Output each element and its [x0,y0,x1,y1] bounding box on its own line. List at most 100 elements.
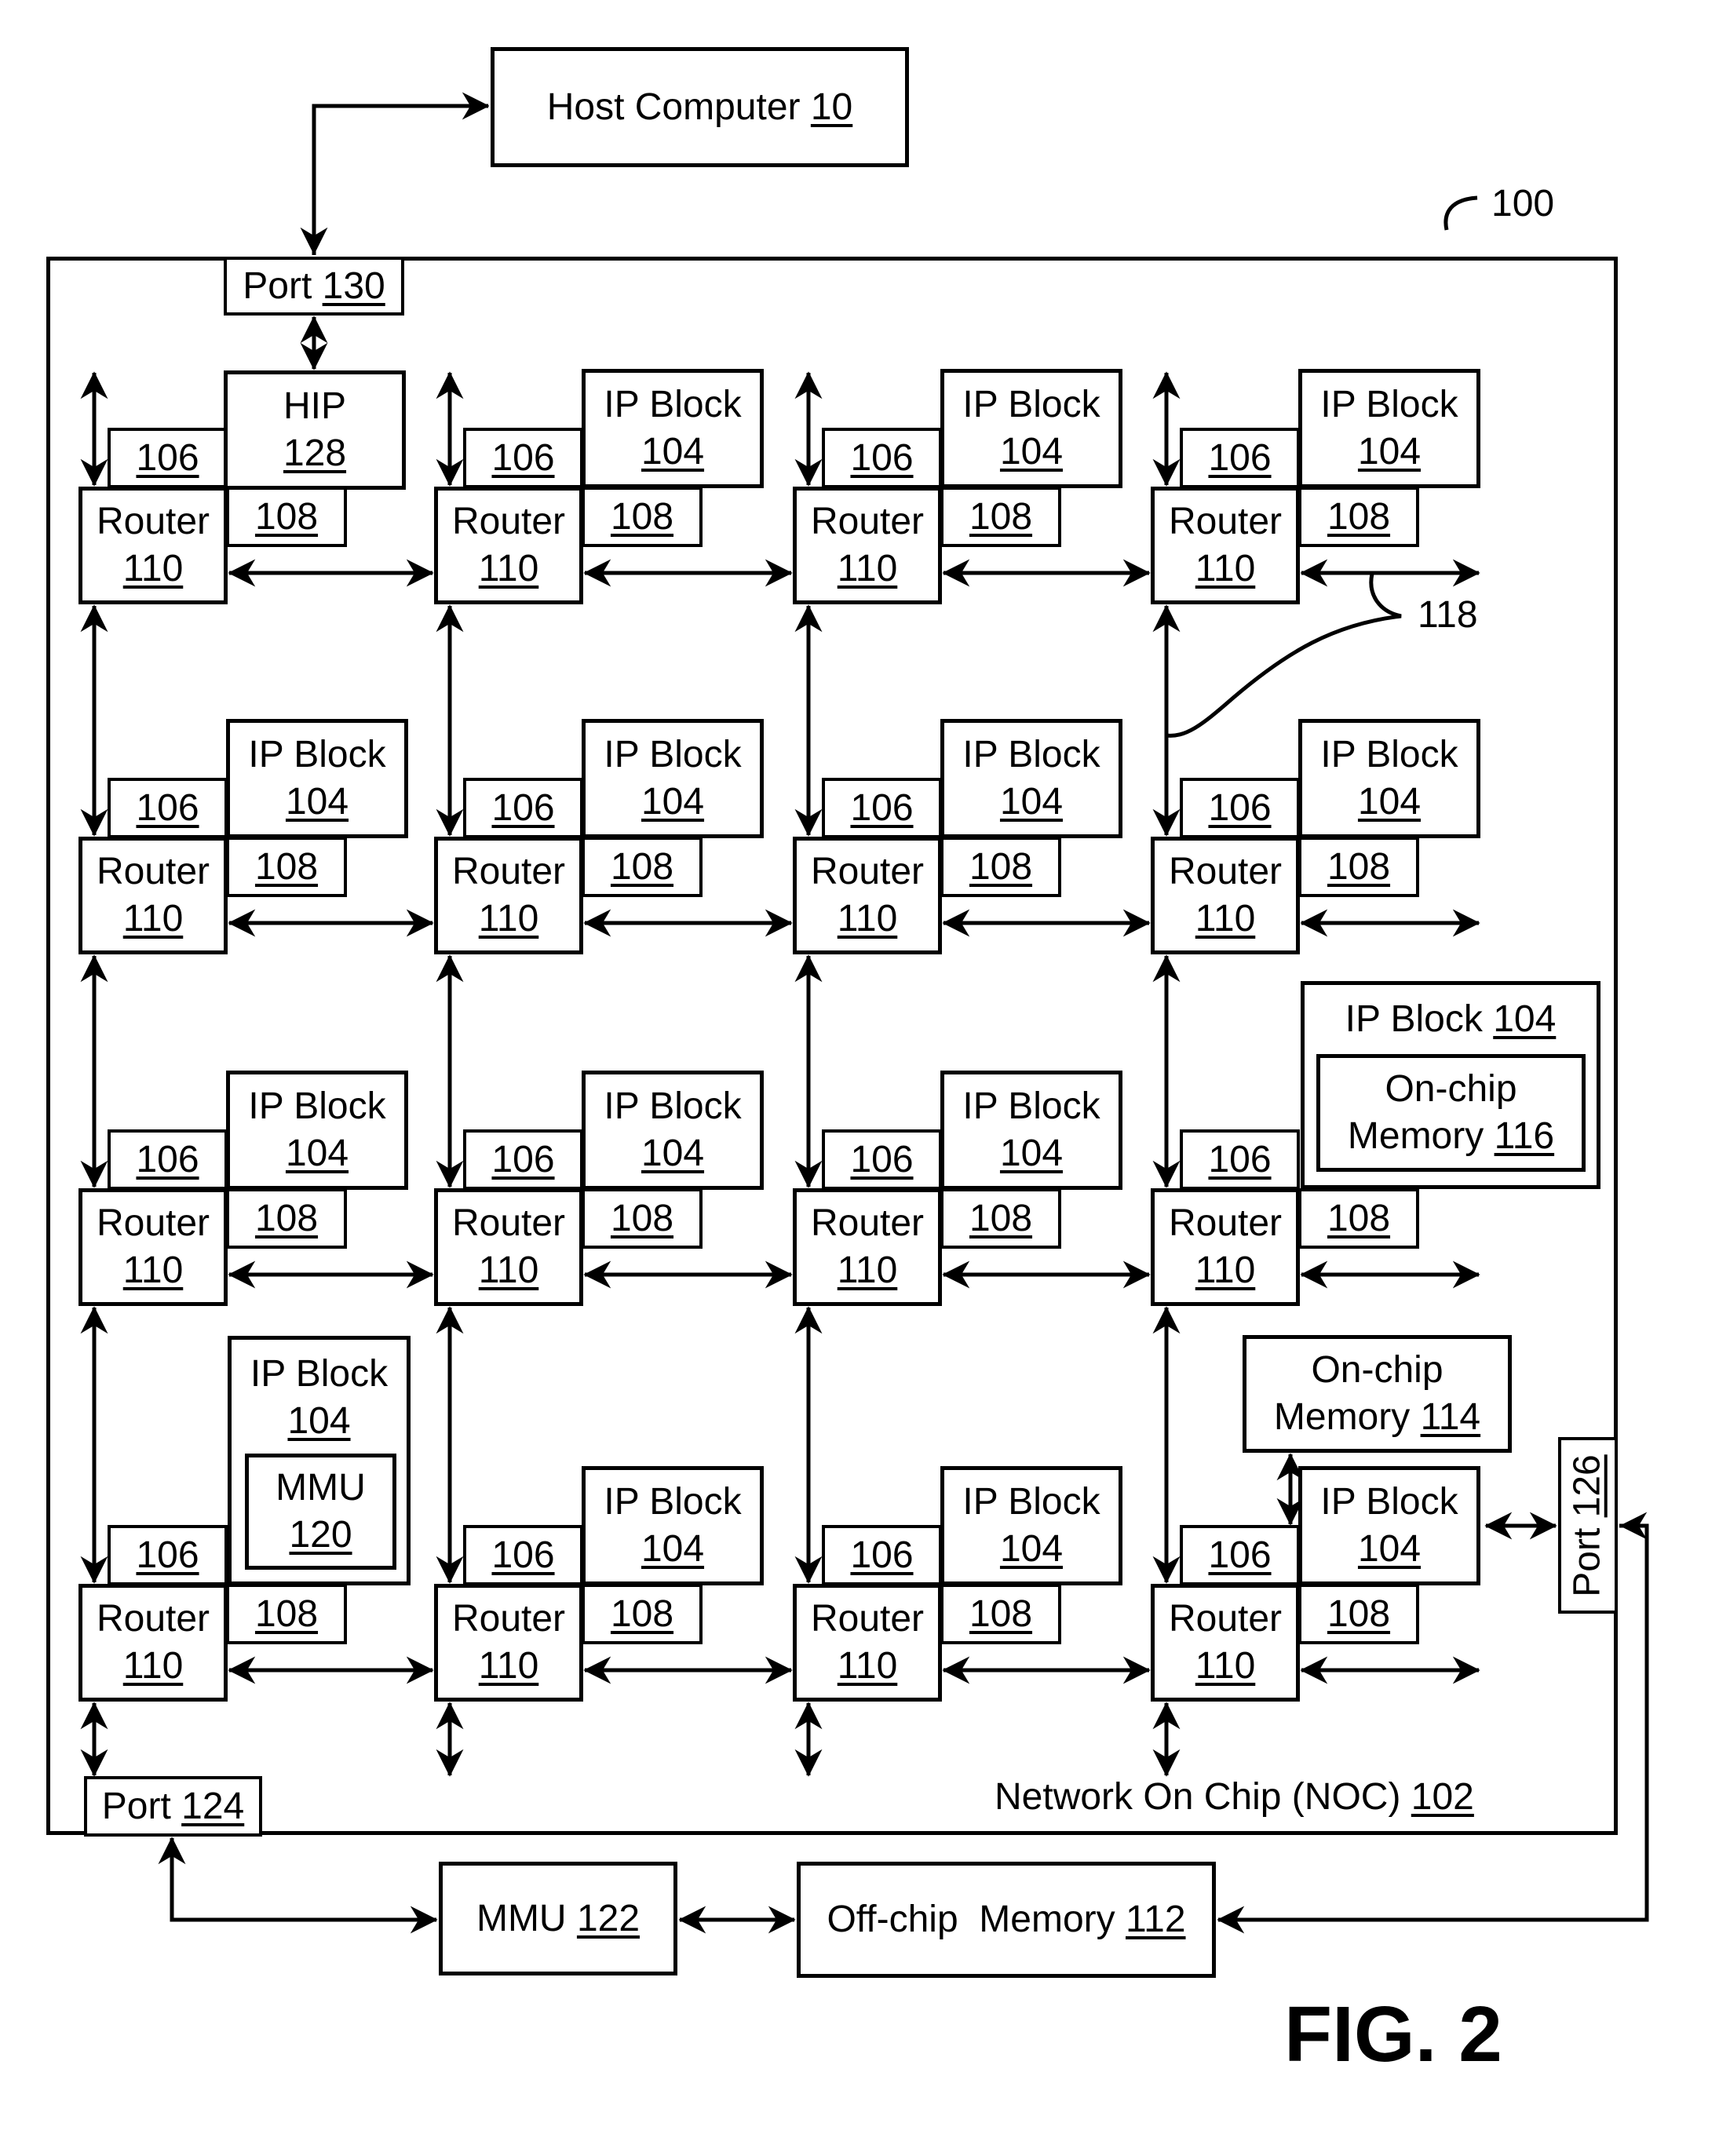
ip-block-label: IP Block [248,734,386,775]
router-ref: 110 [837,1249,898,1291]
router-ref: 110 [122,1645,184,1687]
network-if-ref: 108 [1327,1592,1391,1635]
router-110: Router 110 [1151,1188,1300,1306]
ip-block-label: IP Block [604,1481,742,1523]
router-label: Router [451,501,566,542]
network-interface-controller-108: 108 [1298,1584,1419,1644]
ip-block-label: IP Block [1320,384,1458,425]
network-interface-controller-108: 108 [1298,1188,1419,1249]
memory-comm-ref: 106 [850,1138,914,1180]
hip-label: HIP [283,385,346,427]
router-ref-line: 110 [123,896,184,943]
ip-block-ref: 104 [1357,1528,1422,1570]
router-110: Router 110 [434,1188,583,1306]
ip-block-label: IP Block [604,734,742,775]
router-ref: 110 [122,548,184,589]
router-ref-line: 110 [1195,1247,1256,1294]
router-label: Router [810,1202,925,1244]
ip-block-label: IP Block [1320,734,1458,775]
ip-block-ref-line: 104 [286,779,349,826]
network-if-ref: 108 [969,495,1033,538]
memory-comm-ref: 106 [1208,1138,1272,1180]
network-interface-controller-108: 108 [940,837,1061,897]
mmu-122-ref: 122 [576,1897,641,1939]
network-if-ref: 108 [1327,1197,1391,1239]
memory-comm-controller-106: 106 [822,778,942,838]
host-computer-label: Host Computer [546,86,801,128]
ip-block-label: IP Block [248,1085,386,1127]
ip-block-104: IP Block 104 [940,369,1122,488]
ip-block-ref-line: 104 [1000,1130,1063,1177]
ip-block-ref: 104 [641,1528,705,1570]
ip-block-ref: 104 [999,781,1064,823]
router-name-line: Router [97,848,210,896]
router-ref: 110 [478,898,539,939]
ip-block-label: IP Block [604,1085,742,1127]
ip-block-ref: 104 [641,781,705,823]
port-130-ref: 130 [322,264,385,307]
ip-block-104: IP Block 104 [582,719,764,838]
router-110: Router 110 [793,487,942,604]
memory-comm-controller-106: 106 [108,428,228,488]
router-ref-line: 110 [123,1643,184,1690]
router-ref: 110 [478,548,539,589]
ip-block-ref: 104 [285,781,349,823]
noc-diagram: Host Computer 10 100 118 Port 130 106 108… [0,0,1730,2156]
router-label: Router [1168,501,1283,542]
network-if-ref: 108 [1327,845,1391,888]
network-if-ref: 108 [610,1197,674,1239]
router-110: Router 110 [793,837,942,954]
router-label: Router [96,501,210,542]
ip-block-ref-line: 104 [1000,779,1063,826]
network-interface-controller-108: 108 [226,487,347,547]
port-124-label: Port [101,1785,171,1827]
mmu-120: MMU 120 [245,1454,396,1570]
router-110: Router 110 [434,487,583,604]
ip-block-name-line: IP Block [604,731,741,779]
router-label: Router [810,1598,925,1640]
onchip-114-line1: On-chip [1311,1349,1443,1391]
offchip-memory-112: Off-chip Memory 112 [797,1862,1216,1978]
port-124: Port 124 [84,1776,262,1837]
ip-block-ref-line: 104 [1358,779,1421,826]
router-ref: 110 [837,898,898,939]
onchip-memory-116: On-chip Memory 116 [1316,1054,1586,1172]
router-ref: 110 [837,548,898,589]
router-name-line: Router [811,1200,924,1247]
hip-ref: 128 [283,432,347,474]
network-interface-controller-108: 108 [582,1188,703,1249]
router-label: Router [451,1598,566,1640]
router-110: Router 110 [78,487,228,604]
router-ref-line: 110 [123,545,184,593]
ip-block-104: IP Block 104 [1298,719,1480,838]
ip-block-ref: 104 [641,1133,705,1174]
host-link-right [312,92,490,255]
router-ref-line: 110 [838,545,898,593]
network-interface-controller-108: 108 [226,1584,347,1644]
router-label: Router [451,851,566,892]
network-interface-controller-108: 108 [1298,487,1419,547]
ip-block-ref: 104 [999,1133,1064,1174]
link-ref-label: 118 [1418,594,1478,636]
port124-mmu-link [170,1884,438,1934]
memory-comm-ref: 106 [136,436,199,479]
ip-block-ref: 104 [1493,998,1557,1040]
router-label: Router [1168,1598,1283,1640]
ip-block-ref-line: 104 [1358,1526,1421,1573]
ip-block-104: IP Block 104 [582,1466,764,1585]
memory-comm-ref: 106 [491,786,555,829]
ip-block-ref: 104 [999,431,1064,472]
memory-comm-controller-106: 106 [1180,1525,1300,1585]
offchip-label: Off-chip Memory [827,1899,1115,1940]
router-label: Router [96,1598,210,1640]
ip-block-104: IP Block 104 [940,719,1122,838]
port-126-ref: 126 [1567,1454,1608,1517]
ip-block-name-line: IP Block [962,731,1100,779]
router-110: Router 110 [1151,487,1300,604]
onchip-114-ref: 114 [1420,1396,1481,1438]
router-name-line: Router [1169,848,1282,896]
ip-block-ref-line: 104 [286,1130,349,1177]
router-ref-line: 110 [479,545,539,593]
router-ref-line: 110 [838,1247,898,1294]
router-label: Router [451,1202,566,1244]
